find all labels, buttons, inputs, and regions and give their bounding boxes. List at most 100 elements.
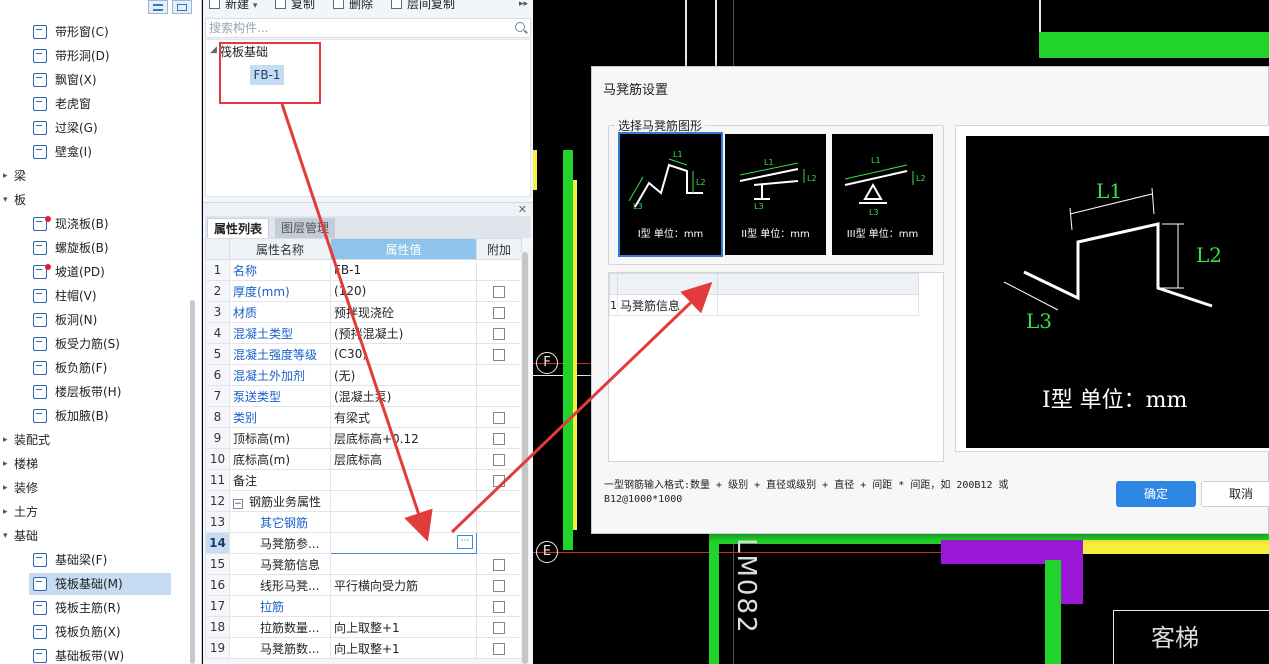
tree-item[interactable]: ▸ 土方 <box>0 500 190 524</box>
tree-item[interactable]: 基础梁(F) <box>0 548 190 572</box>
property-row[interactable]: 14 马凳筋参... ··· <box>205 532 522 554</box>
collapse-arrow-icon[interactable]: ◢ <box>210 45 217 55</box>
tab-property-list[interactable]: 属性列表 <box>207 218 270 238</box>
property-value[interactable]: 向上取整+1 <box>330 637 477 659</box>
search-icon[interactable] <box>515 22 525 32</box>
expanded-arrow-icon[interactable]: ▾ <box>3 188 8 212</box>
attach-checkbox[interactable] <box>493 600 505 613</box>
property-row[interactable]: 2 厚度(mm) (120) <box>205 280 522 302</box>
property-row[interactable]: 7 泵送类型 (混凝土泵) <box>205 385 522 407</box>
property-row[interactable]: 12− 钢筋业务属性 <box>205 490 522 512</box>
tree-scrollbar[interactable] <box>190 300 195 664</box>
shape-option-type-3[interactable]: L1 L2 L3 III型 单位：mm <box>832 134 933 255</box>
property-row[interactable]: 10 底标高(m) 层底标高 <box>205 448 522 470</box>
tree-item[interactable]: 带形洞(D) <box>0 44 190 68</box>
property-value[interactable]: 预拌现浇砼 <box>330 301 477 323</box>
property-value[interactable]: 层底标高+0.12 <box>330 427 477 449</box>
property-row[interactable]: 3 材质 预拌现浇砼 <box>205 301 522 323</box>
property-row[interactable]: 19 马凳筋数... 向上取整+1 <box>205 637 522 659</box>
property-scrollbar-thumb[interactable] <box>522 252 528 664</box>
property-row[interactable]: 9 顶标高(m) 层底标高+0.12 <box>205 427 522 449</box>
collapsed-arrow-icon[interactable]: ▸ <box>3 428 8 452</box>
attach-checkbox[interactable] <box>493 327 505 340</box>
new-dropdown-icon[interactable]: ▾ <box>253 1 258 11</box>
property-row[interactable]: 16 线形马凳... 平行横向受力筋 <box>205 574 522 596</box>
property-value[interactable]: 有梁式 <box>330 406 477 428</box>
tree-item[interactable]: 壁龛(I) <box>0 140 190 164</box>
tree-item[interactable]: 筏板负筋(X) <box>0 620 190 644</box>
property-value[interactable] <box>330 469 477 491</box>
attach-checkbox[interactable] <box>493 558 505 571</box>
delete-button[interactable]: 删除 <box>333 0 373 12</box>
ok-button[interactable]: 确定 <box>1116 481 1196 507</box>
property-row[interactable]: 5 混凝土强度等级 (C30) <box>205 343 522 365</box>
info-row[interactable]: 1 马凳筋信息 <box>609 294 919 316</box>
property-value[interactable]: 层底标高 <box>330 448 477 470</box>
attach-checkbox[interactable] <box>493 621 505 634</box>
property-row[interactable]: 6 混凝土外加剂 (无) <box>205 364 522 386</box>
property-value[interactable]: (无) <box>330 364 477 386</box>
property-value[interactable] <box>330 553 477 575</box>
copy-button[interactable]: 复制 <box>275 0 315 12</box>
attach-checkbox[interactable] <box>493 642 505 655</box>
tree-item[interactable]: ▸ 装配式 <box>0 428 190 452</box>
tree-item[interactable]: 坡道(PD) <box>0 260 190 284</box>
property-value[interactable] <box>330 595 477 617</box>
tree-item[interactable]: 老虎窗 <box>0 92 190 116</box>
cancel-button[interactable]: 取消 <box>1201 481 1269 507</box>
shape-option-type-2[interactable]: L1 L2 L3 II型 单位：mm <box>725 134 826 255</box>
property-row[interactable]: 15 马凳筋信息 <box>205 553 522 575</box>
property-value[interactable] <box>330 490 477 512</box>
property-row[interactable]: 11 备注 <box>205 469 522 491</box>
attach-checkbox[interactable] <box>493 432 505 445</box>
attach-checkbox[interactable] <box>493 474 505 487</box>
new-button[interactable]: 新建 ▾ <box>209 0 257 12</box>
tree-item[interactable]: ▸ 梁 <box>0 164 190 188</box>
panel-splitter[interactable]: ✕ <box>203 202 533 216</box>
tree-item[interactable]: ▸ 装修 <box>0 476 190 500</box>
more-toolbar-icon[interactable]: ▸▸ <box>519 0 528 12</box>
shape-option-type-1[interactable]: L1 L2 L3 I型 单位：mm <box>618 132 723 257</box>
tree-item[interactable]: 带形窗(C) <box>0 20 190 44</box>
tab-layer-management[interactable]: 图层管理 <box>275 218 336 238</box>
tree-item[interactable]: 板加腋(B) <box>0 404 190 428</box>
floor-copy-button[interactable]: 层间复制 <box>391 0 455 12</box>
property-row[interactable]: 8 类别 有梁式 <box>205 406 522 428</box>
property-value[interactable]: 向上取整+1 <box>330 616 477 638</box>
property-value-editor[interactable]: ··· <box>330 532 477 554</box>
tree-item[interactable]: 板负筋(F) <box>0 356 190 380</box>
attach-checkbox[interactable] <box>493 579 505 592</box>
collapse-group-icon[interactable]: − <box>233 498 243 509</box>
property-value[interactable]: (混凝土泵) <box>330 385 477 407</box>
detail-view-button[interactable] <box>172 0 192 14</box>
close-icon[interactable]: ✕ <box>518 203 527 216</box>
property-row[interactable]: 18 拉筋数量... 向上取整+1 <box>205 616 522 638</box>
property-value[interactable]: 平行横向受力筋 <box>330 574 477 596</box>
tree-item[interactable]: 柱帽(V) <box>0 284 190 308</box>
property-row[interactable]: 4 混凝土类型 (预拌混凝土) <box>205 322 522 344</box>
search-input[interactable] <box>209 20 509 36</box>
property-value[interactable]: FB-1 <box>330 259 477 281</box>
property-row[interactable]: 17 拉筋 <box>205 595 522 617</box>
property-value[interactable]: (C30) <box>330 343 477 365</box>
ellipsis-button[interactable]: ··· <box>457 535 473 549</box>
property-row[interactable]: 1 名称 FB-1 <box>205 259 522 281</box>
collapsed-arrow-icon[interactable]: ▸ <box>3 164 8 188</box>
list-view-button[interactable] <box>148 0 168 14</box>
tree-item[interactable]: 飘窗(X) <box>0 68 190 92</box>
collapsed-arrow-icon[interactable]: ▸ <box>3 476 8 500</box>
tree-item[interactable]: 螺旋板(B) <box>0 236 190 260</box>
property-row[interactable]: 13 其它钢筋 <box>205 511 522 533</box>
property-value[interactable]: (120) <box>330 280 477 302</box>
property-scrollbar[interactable] <box>521 252 529 664</box>
attach-checkbox[interactable] <box>493 348 505 361</box>
tree-item[interactable]: ▸ 楼梯 <box>0 452 190 476</box>
info-row-value[interactable] <box>717 294 919 316</box>
property-value[interactable]: (预拌混凝土) <box>330 322 477 344</box>
attach-checkbox[interactable] <box>493 306 505 319</box>
attach-checkbox[interactable] <box>493 285 505 298</box>
tree-item[interactable]: 基础板带(W) <box>0 644 190 664</box>
tree-item[interactable]: 过梁(G) <box>0 116 190 140</box>
collapsed-arrow-icon[interactable]: ▸ <box>3 452 8 476</box>
tree-item[interactable]: 现浇板(B) <box>0 212 190 236</box>
